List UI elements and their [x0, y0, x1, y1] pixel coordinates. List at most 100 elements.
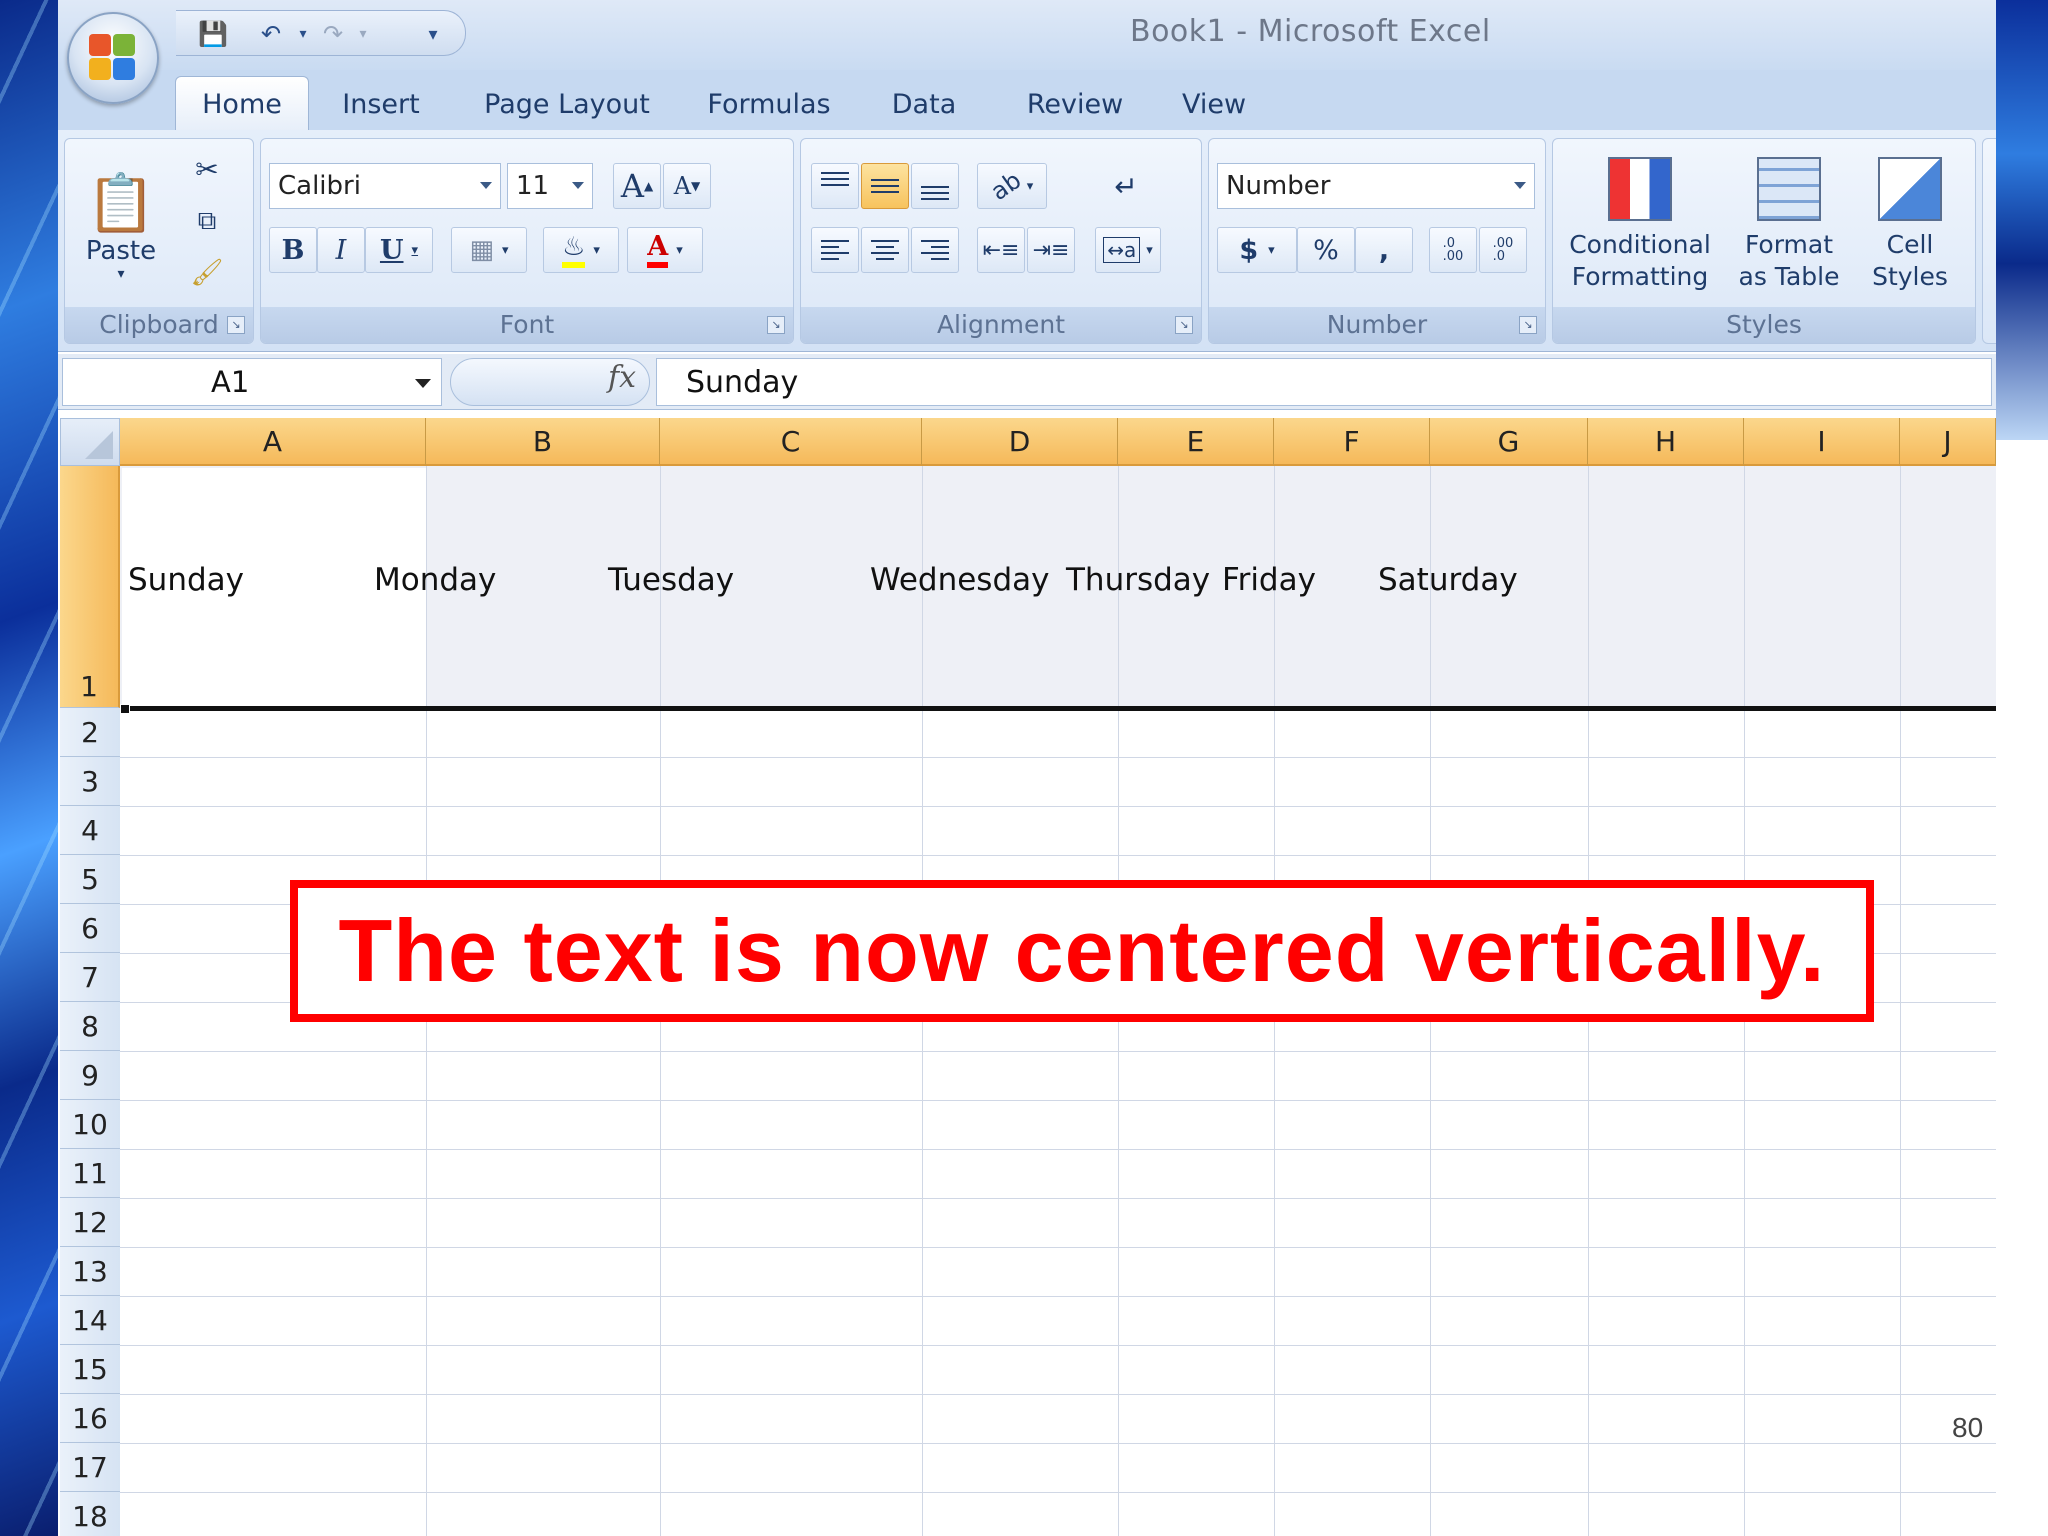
font-label-text: Font	[499, 310, 555, 339]
styles-group: Conditional Formatting Format as Table C…	[1552, 138, 1976, 344]
alignment-launcher-icon[interactable]: ↘	[1175, 316, 1193, 334]
tab-review[interactable]: Review	[1010, 76, 1140, 132]
tab-insert[interactable]: Insert	[326, 76, 436, 132]
row-header-14[interactable]: 14	[60, 1296, 120, 1345]
customize-toolbar-icon[interactable]: ▾	[416, 17, 450, 51]
column-header-j[interactable]: J	[1900, 418, 1996, 466]
copy-icon[interactable]: ⧉	[185, 199, 229, 243]
increase-indent-button[interactable]: ⇥≡	[1027, 227, 1075, 273]
grid-line	[120, 1345, 1996, 1346]
clipboard-launcher-icon[interactable]: ↘	[227, 316, 245, 334]
column-header-b[interactable]: B	[426, 418, 660, 466]
select-all-button[interactable]	[60, 418, 120, 466]
column-header-i[interactable]: I	[1744, 418, 1900, 466]
cell-g1[interactable]: Saturday	[1378, 562, 1518, 598]
comma-button[interactable]: ,	[1355, 227, 1413, 273]
cell-styles-button[interactable]: Cell Styles	[1855, 145, 1965, 305]
bold-button[interactable]: B	[269, 227, 317, 273]
font-launcher-icon[interactable]: ↘	[767, 316, 785, 334]
row-header-7[interactable]: 7	[60, 953, 120, 1002]
column-header-a[interactable]: A	[120, 418, 426, 466]
wrap-text-icon[interactable]: ↵	[1103, 163, 1149, 209]
row-header-13[interactable]: 13	[60, 1247, 120, 1296]
row-header-5[interactable]: 5	[60, 855, 120, 904]
row-header-9[interactable]: 9	[60, 1051, 120, 1100]
cell-a1[interactable]: Sunday	[128, 562, 244, 598]
font-color-button[interactable]: A ▾	[627, 227, 703, 273]
column-header-g[interactable]: G	[1430, 418, 1588, 466]
align-center-icon	[871, 240, 899, 260]
cell-b1[interactable]: Monday	[374, 562, 496, 598]
column-header-e[interactable]: E	[1118, 418, 1274, 466]
row-header-15[interactable]: 15	[60, 1345, 120, 1394]
cut-icon[interactable]: ✂	[185, 147, 229, 191]
tab-data[interactable]: Data	[876, 76, 972, 132]
cell-e1[interactable]: Thursday	[1066, 562, 1210, 598]
cell-d1[interactable]: Wednesday	[870, 562, 1049, 598]
top-align-button[interactable]	[811, 163, 859, 209]
align-left-button[interactable]	[811, 227, 859, 273]
tab-home[interactable]: Home	[175, 76, 309, 132]
conditional-formatting-button[interactable]: Conditional Formatting	[1559, 145, 1721, 305]
row-header-12[interactable]: 12	[60, 1198, 120, 1247]
fill-handle[interactable]	[120, 704, 130, 714]
delete-cells-icon[interactable]: ⊠	[1987, 201, 1996, 241]
undo-icon[interactable]: ↶	[254, 17, 288, 51]
row-header-2[interactable]: 2	[60, 708, 120, 757]
merge-center-button[interactable]: ↔a ▾	[1095, 227, 1161, 273]
decrease-indent-button[interactable]: ⇤≡	[977, 227, 1025, 273]
name-box[interactable]: A1	[62, 358, 442, 406]
fill-color-button[interactable]: ♨ ▾	[543, 227, 619, 273]
save-icon[interactable]: 💾	[196, 17, 230, 51]
orientation-button[interactable]: ab ▾	[977, 163, 1047, 209]
cell-c1[interactable]: Tuesday	[608, 562, 734, 598]
middle-align-button[interactable]	[861, 163, 909, 209]
format-painter-icon[interactable]: 🖌	[185, 251, 229, 295]
row-header-3[interactable]: 3	[60, 757, 120, 806]
row-header-10[interactable]: 10	[60, 1100, 120, 1149]
column-header-d[interactable]: D	[922, 418, 1118, 466]
font-size-box[interactable]: 11	[507, 163, 593, 209]
row-header-17[interactable]: 17	[60, 1443, 120, 1492]
redo-dropdown-icon[interactable]: ▾	[346, 17, 380, 51]
currency-button[interactable]: $ ▾	[1217, 227, 1297, 273]
redo-icon[interactable]: ↷	[316, 17, 350, 51]
borders-button[interactable]: ▦ ▾	[451, 227, 527, 273]
align-right-button[interactable]	[911, 227, 959, 273]
italic-button[interactable]: I	[317, 227, 365, 273]
format-as-table-button[interactable]: Format as Table	[1727, 145, 1851, 305]
insert-function-icon[interactable]: fx	[608, 360, 636, 395]
shrink-font-icon: A	[673, 172, 692, 200]
tab-page-layout[interactable]: Page Layout	[472, 76, 662, 132]
number-launcher-icon[interactable]: ↘	[1519, 316, 1537, 334]
column-header-c[interactable]: C	[660, 418, 922, 466]
paste-button[interactable]: 📋 Paste ▾	[83, 151, 159, 301]
center-button[interactable]	[861, 227, 909, 273]
format-cells-icon[interactable]: ▦	[1987, 249, 1996, 289]
percent-button[interactable]: %	[1297, 227, 1355, 273]
number-format-box[interactable]: Number	[1217, 163, 1535, 209]
decrease-decimal-button[interactable]: .00 .0	[1479, 227, 1527, 273]
undo-dropdown-icon[interactable]: ▾	[286, 17, 320, 51]
tab-formulas[interactable]: Formulas	[694, 76, 844, 132]
row-header-16[interactable]: 16	[60, 1394, 120, 1443]
font-name-box[interactable]: Calibri	[269, 163, 501, 209]
office-button[interactable]	[67, 12, 159, 104]
underline-button[interactable]: U ▾	[365, 227, 433, 273]
shrink-font-button[interactable]: A ▼	[663, 163, 711, 209]
row-header-4[interactable]: 4	[60, 806, 120, 855]
row-header-6[interactable]: 6	[60, 904, 120, 953]
row-header-1[interactable]: 1	[60, 466, 120, 708]
row-header-18[interactable]: 18	[60, 1492, 120, 1536]
increase-decimal-button[interactable]: .0 .00	[1429, 227, 1477, 273]
alignment-group: ab ▾ ↵ ⇤≡ ⇥≡ ↔a ▾ Alignment ↘	[800, 138, 1202, 344]
bottom-align-button[interactable]	[911, 163, 959, 209]
grow-font-button[interactable]: A ▲	[613, 163, 661, 209]
insert-cells-icon[interactable]: ⊞	[1987, 153, 1996, 193]
column-header-f[interactable]: F	[1274, 418, 1430, 466]
row-header-11[interactable]: 11	[60, 1149, 120, 1198]
column-header-h[interactable]: H	[1588, 418, 1744, 466]
row-header-8[interactable]: 8	[60, 1002, 120, 1051]
cell-f1[interactable]: Friday	[1222, 562, 1316, 598]
tab-view[interactable]: View	[1164, 76, 1264, 132]
